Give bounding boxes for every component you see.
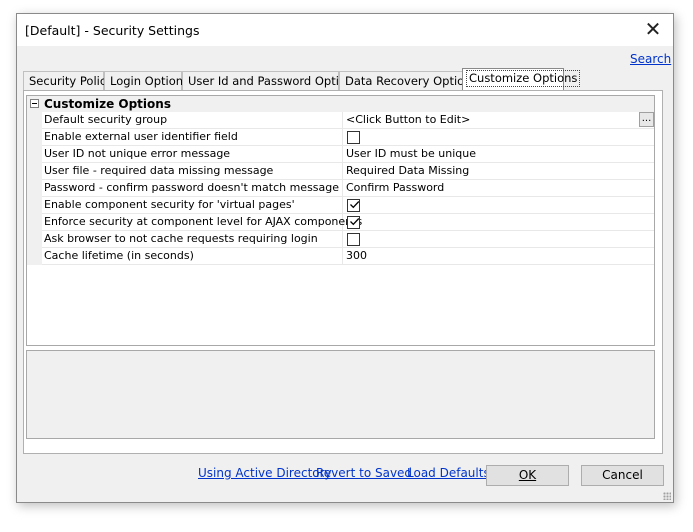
- ok-button[interactable]: OK: [486, 465, 569, 486]
- description-pane: [26, 350, 655, 439]
- revert-to-saved-link[interactable]: Revert to Saved: [316, 466, 412, 480]
- grid-gutter: [27, 112, 42, 265]
- checkbox-checked[interactable]: [347, 199, 360, 212]
- property-name: Ask browser to not cache requests requir…: [44, 232, 318, 245]
- property-name: Enable component security for 'virtual p…: [44, 198, 295, 211]
- tab-data-recovery-options[interactable]: Data Recovery Options: [339, 71, 477, 90]
- category-header[interactable]: Customize Options: [27, 96, 654, 112]
- property-name: User file - required data missing messag…: [44, 164, 274, 177]
- checkmark-icon: [350, 218, 360, 226]
- property-value[interactable]: 300: [346, 248, 367, 264]
- tab-label: Login Options: [110, 74, 190, 88]
- property-name: Default security group: [44, 113, 168, 126]
- collapse-icon[interactable]: [30, 99, 39, 108]
- property-value[interactable]: Required Data Missing: [346, 163, 469, 179]
- property-row-confirm-password[interactable]: Password - confirm password doesn't matc…: [42, 180, 654, 197]
- property-value[interactable]: Confirm Password: [346, 180, 444, 196]
- checkbox-unchecked[interactable]: [347, 233, 360, 246]
- tab-login-options[interactable]: Login Options: [104, 71, 189, 90]
- tab-label: Customize Options: [466, 70, 581, 87]
- property-row-required-data-missing[interactable]: User file - required data missing messag…: [42, 163, 654, 180]
- search-link[interactable]: Search: [630, 52, 671, 66]
- property-row-user-id-not-unique[interactable]: User ID not unique error message User ID…: [42, 146, 654, 163]
- ok-button-label: OK: [518, 468, 537, 482]
- property-name: Password - confirm password doesn't matc…: [44, 181, 340, 194]
- property-value[interactable]: <Click Button to Edit>: [346, 112, 470, 128]
- tab-user-id-password-options[interactable]: User Id and Password Options: [182, 71, 359, 90]
- load-defaults-link[interactable]: Load Defaults: [407, 466, 490, 480]
- checkmark-icon: [350, 201, 360, 209]
- category-label: Customize Options: [44, 97, 171, 111]
- property-value[interactable]: User ID must be unique: [346, 146, 476, 162]
- property-row-cache-lifetime[interactable]: Cache lifetime (in seconds) 300: [42, 248, 654, 265]
- property-row-virtual-pages-security[interactable]: Enable component security for 'virtual p…: [42, 197, 654, 214]
- property-grid: Customize Options Default security group…: [26, 95, 655, 346]
- using-active-directory-link[interactable]: Using Active Directory: [198, 466, 332, 480]
- property-name: Cache lifetime (in seconds): [44, 249, 194, 262]
- tab-customize-options[interactable]: Customize Options: [462, 68, 581, 90]
- property-name: Enable external user identifier field: [44, 130, 238, 143]
- property-name: User ID not unique error message: [44, 147, 231, 160]
- window-title: [Default] - Security Settings: [25, 23, 200, 38]
- property-row-ajax-security[interactable]: Enforce security at component level for …: [42, 214, 654, 231]
- tab-label: User Id and Password Options: [188, 74, 360, 88]
- close-button[interactable]: ✕: [633, 14, 673, 46]
- property-row-default-security-group[interactable]: Default security group <Click Button to …: [42, 112, 654, 129]
- property-row-enable-external-user-id[interactable]: Enable external user identifier field: [42, 129, 654, 146]
- cancel-button[interactable]: Cancel: [581, 465, 664, 486]
- tab-label: Data Recovery Options: [345, 74, 478, 88]
- security-settings-dialog: [Default] - Security Settings ✕ Search S…: [16, 13, 674, 503]
- tab-security-policy[interactable]: Security Policy: [23, 71, 113, 90]
- property-name: Enforce security at component level for …: [44, 215, 363, 228]
- cancel-button-label: Cancel: [602, 468, 643, 482]
- property-row-no-cache-login[interactable]: Ask browser to not cache requests requir…: [42, 231, 654, 248]
- checkbox-checked[interactable]: [347, 216, 360, 229]
- title-bar: [Default] - Security Settings ✕: [17, 14, 673, 46]
- checkbox-unchecked[interactable]: [347, 131, 360, 144]
- edit-ellipsis-button[interactable]: ...: [639, 112, 654, 127]
- tab-label: Security Policy: [29, 74, 113, 88]
- resize-grip-icon[interactable]: [663, 492, 671, 500]
- close-icon: ✕: [644, 17, 662, 41]
- tab-panel: Customize Options Default security group…: [23, 90, 663, 454]
